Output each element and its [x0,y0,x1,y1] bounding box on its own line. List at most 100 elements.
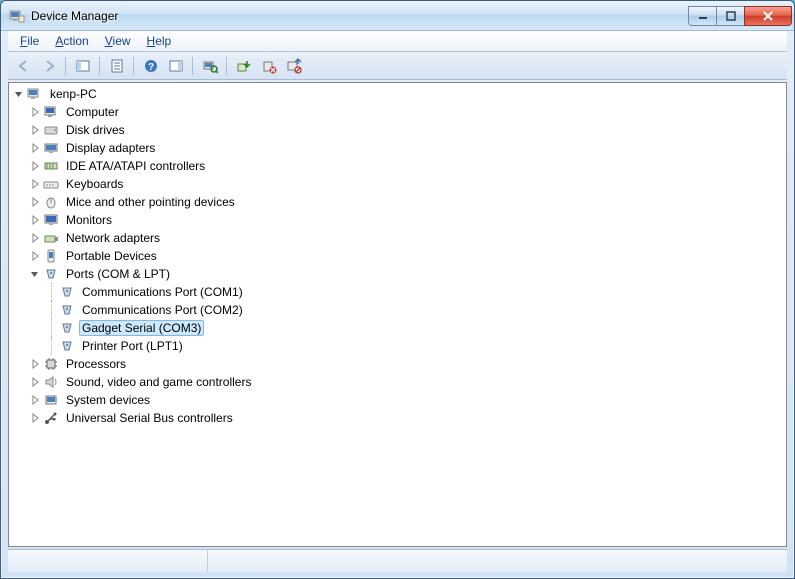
tree-category[interactable]: Network adapters [11,229,786,247]
device-manager-window: Device Manager File Action View Help [0,0,795,579]
tree-expand-icon[interactable] [27,107,43,117]
tree-node-label: Communications Port (COM2) [79,302,246,318]
status-pane [208,550,787,572]
scan-hardware-button[interactable] [198,55,221,77]
tree-expand-icon[interactable] [27,197,43,207]
category-icon [43,266,59,282]
tree-collapse-icon[interactable] [27,269,43,279]
tree-expand-icon[interactable] [27,215,43,225]
tree-node-label: Universal Serial Bus controllers [63,410,236,426]
window-controls [688,6,792,26]
tree-node-label: IDE ATA/ATAPI controllers [63,158,208,174]
show-hide-action-button[interactable] [164,55,187,77]
port-icon [59,302,75,318]
tree-expand-icon[interactable] [27,359,43,369]
tree-category[interactable]: Portable Devices [11,247,786,265]
tree-expand-icon[interactable] [27,377,43,387]
tree-expand-icon[interactable] [27,395,43,405]
menu-help[interactable]: Help [139,32,180,50]
device-tree-pane[interactable]: kenp-PC Computer Disk drives Display adapte… [8,82,787,547]
minimize-button[interactable] [688,6,717,26]
tree-category[interactable]: Display adapters [11,139,786,157]
tree-node-label: Printer Port (LPT1) [79,338,186,354]
tree-category[interactable]: Sound, video and game controllers [11,373,786,391]
tree-device[interactable]: Communications Port (COM2) [11,301,786,319]
tree-category[interactable]: Universal Serial Bus controllers [11,409,786,427]
port-icon [59,338,75,354]
toolbar: ? [8,52,787,80]
tree-category[interactable]: System devices [11,391,786,409]
menu-action[interactable]: Action [47,32,96,50]
tree-expand-icon[interactable] [27,413,43,423]
category-icon [43,176,59,192]
maximize-button[interactable] [716,6,745,26]
forward-button[interactable] [37,55,60,77]
menu-view[interactable]: View [97,32,139,50]
tree-node-label: Display adapters [63,140,158,156]
category-icon [43,194,59,210]
help-button[interactable]: ? [139,55,162,77]
port-icon [59,320,75,336]
tree-node-label: Sound, video and game controllers [63,374,254,390]
tree-node-label: Gadget Serial (COM3) [79,320,204,336]
category-icon [43,104,59,120]
device-tree: kenp-PC Computer Disk drives Display adapte… [9,83,786,431]
tree-category[interactable]: Keyboards [11,175,786,193]
update-driver-button[interactable] [232,55,255,77]
back-button[interactable] [12,55,35,77]
disable-button[interactable] [282,55,305,77]
category-icon [43,248,59,264]
tree-node-label: Disk drives [63,122,128,138]
toolbar-separator [192,57,193,75]
tree-expand-icon[interactable] [27,143,43,153]
tree-node-label: Communications Port (COM1) [79,284,246,300]
tree-node-label: Network adapters [63,230,163,246]
show-hide-tree-button[interactable] [71,55,94,77]
tree-device[interactable]: Printer Port (LPT1) [11,337,786,355]
tree-device[interactable]: Communications Port (COM1) [11,283,786,301]
category-icon [43,158,59,174]
tree-expand-icon[interactable] [27,161,43,171]
tree-node-label: Keyboards [63,176,126,192]
app-icon [9,8,25,24]
tree-category[interactable]: Computer [11,103,786,121]
toolbar-separator [226,57,227,75]
category-icon [43,122,59,138]
tree-root[interactable]: kenp-PC [11,85,786,103]
category-icon [43,392,59,408]
menu-file[interactable]: File [12,32,47,50]
category-icon [43,140,59,156]
tree-expand-icon[interactable] [27,233,43,243]
properties-button[interactable] [105,55,128,77]
tree-line [51,319,52,337]
status-pane [8,550,208,572]
tree-node-label: Mice and other pointing devices [63,194,238,210]
uninstall-button[interactable] [257,55,280,77]
tree-category[interactable]: IDE ATA/ATAPI controllers [11,157,786,175]
statusbar [8,549,787,572]
tree-category[interactable]: Mice and other pointing devices [11,193,786,211]
close-button[interactable] [744,6,792,26]
tree-device[interactable]: Gadget Serial (COM3) [11,319,786,337]
tree-line [51,283,52,301]
tree-category[interactable]: Disk drives [11,121,786,139]
tree-expand-icon[interactable] [27,251,43,261]
toolbar-separator [99,57,100,75]
svg-text:?: ? [147,62,153,73]
tree-category[interactable]: Ports (COM & LPT) [11,265,786,283]
tree-expand-icon[interactable] [27,179,43,189]
tree-expand-icon[interactable] [27,125,43,135]
tree-node-label: kenp-PC [47,86,100,102]
tree-node-label: Monitors [63,212,115,228]
category-icon [43,410,59,426]
tree-category[interactable]: Monitors [11,211,786,229]
toolbar-separator [133,57,134,75]
menubar: File Action View Help [8,31,787,52]
tree-category[interactable]: Processors [11,355,786,373]
category-icon [43,374,59,390]
tree-node-label: Computer [63,104,122,120]
tree-line [51,301,52,319]
port-icon [59,284,75,300]
tree-collapse-icon[interactable] [11,89,27,99]
titlebar[interactable]: Device Manager [1,1,794,31]
